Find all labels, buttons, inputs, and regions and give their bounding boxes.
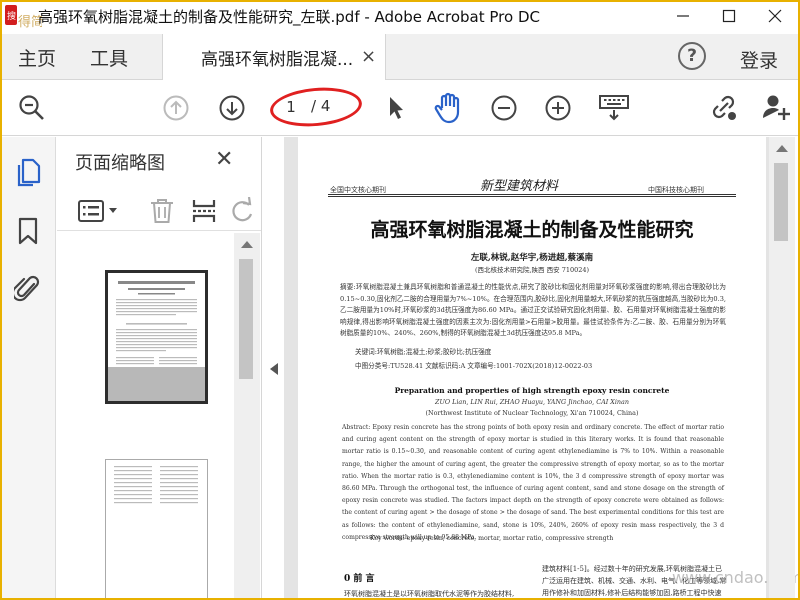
- select-cursor-icon: [390, 97, 403, 119]
- add-user-icon: [763, 95, 790, 120]
- tab-close-button[interactable]: ×: [361, 46, 376, 67]
- insert-pages-button[interactable]: [191, 197, 217, 225]
- trash-icon: [151, 199, 173, 223]
- zoom-plus-button[interactable]: [542, 92, 574, 124]
- thumbnail-page-1[interactable]: [105, 270, 208, 404]
- attachments-button[interactable]: [12, 273, 44, 305]
- document-scroll-thumb[interactable]: [774, 163, 788, 241]
- hand-tool-button[interactable]: [432, 92, 464, 124]
- collapse-arrow-icon: [270, 363, 278, 375]
- paper-authors: 左联,林锐,赵华宇,杨进超,蔡溪南: [470, 253, 594, 263]
- journal-header-center: 新型建筑材料: [480, 179, 559, 194]
- help-button[interactable]: ?: [678, 42, 706, 70]
- select-tool-button[interactable]: [380, 92, 412, 124]
- pdf-page: 全国中文核心期刊 新型建筑材料 中国科技核心期刊 高强环氧树脂混凝土的制备及性能…: [298, 137, 766, 600]
- hand-tool-icon: [434, 92, 460, 124]
- rotate-pages-button[interactable]: [231, 197, 253, 225]
- thumbnail-options-button[interactable]: [77, 197, 121, 225]
- insert-page-icon: [192, 200, 216, 222]
- minimize-icon: [677, 15, 689, 17]
- zoom-out-icon: [19, 95, 44, 120]
- zoom-minus-button[interactable]: [488, 92, 520, 124]
- document-scrollbar[interactable]: [769, 137, 795, 600]
- thumbnails-toolbar: [57, 189, 261, 231]
- keywords-english: Key words: epoxy resin, concrete, mortar…: [370, 535, 614, 542]
- keyboard-tool-button[interactable]: [598, 92, 630, 124]
- zoom-out-button[interactable]: [16, 92, 48, 124]
- delete-pages-button[interactable]: [149, 197, 175, 225]
- login-button[interactable]: 登录: [740, 46, 778, 73]
- thumbnails-close-button[interactable]: ✕: [215, 147, 233, 172]
- thumbnail-preview-graphic: [108, 273, 205, 401]
- document-view[interactable]: 全国中文核心期刊 新型建筑材料 中国科技核心期刊 高强环氧树脂混凝土的制备及性能…: [284, 137, 769, 600]
- page-total-label: / 4: [311, 97, 331, 115]
- panel-collapse-handle[interactable]: [262, 137, 284, 600]
- abstract-chinese: 摘要:环氧树脂混凝土兼具环氧树脂和普通混凝土的性能优点,研究了胶砂比和固化剂用量…: [340, 283, 726, 338]
- svg-text:搜: 搜: [7, 10, 16, 22]
- paperclip-icon: [14, 275, 40, 302]
- paper-affiliation-english: (Northwest Institute of Nuclear Technolo…: [425, 409, 639, 417]
- thumbnails-panel: 页面缩略图 ✕: [57, 137, 262, 600]
- next-page-icon: [219, 95, 245, 121]
- maximize-icon: [722, 9, 736, 23]
- thumbnail-preview-graphic: [114, 466, 198, 504]
- thumbnail-list: 1: [57, 233, 233, 600]
- title-bar: 搜 得简 高强环氧树脂混凝土的制备及性能研究_左联.pdf - Adobe Ac…: [0, 0, 800, 32]
- scroll-up-arrow-icon[interactable]: [776, 145, 788, 152]
- paper-affiliation: (西北核技术研究院,陕西 西安 710024): [474, 266, 590, 274]
- thumbnails-scroll-thumb[interactable]: [239, 259, 253, 379]
- navigation-rail: [0, 137, 56, 600]
- options-menu-icon: [78, 200, 117, 222]
- page-thumbnails-button[interactable]: [12, 157, 44, 189]
- rotate-icon: [232, 197, 253, 222]
- main-toolbar: / 4: [0, 80, 800, 136]
- maximize-button[interactable]: [706, 0, 752, 32]
- close-icon: [768, 9, 782, 23]
- paper-title-english: Preparation and properties of high stren…: [394, 386, 670, 395]
- add-user-button[interactable]: [760, 92, 792, 124]
- paper-title: 高强环氧树脂混凝土的制备及性能研究: [370, 219, 694, 241]
- bookmark-icon: [18, 217, 38, 245]
- window-title: 高强环氧树脂混凝土的制备及性能研究_左联.pdf - Adobe Acrobat…: [38, 8, 540, 26]
- close-window-button[interactable]: [752, 0, 798, 32]
- app-logo-icon: 搜 得简: [5, 5, 42, 30]
- classification-line: 中图分类号:TU528.41 文献标识码:A 文章编号:1001-702X(20…: [355, 362, 593, 370]
- minimize-button[interactable]: [660, 0, 706, 32]
- thumbnails-scrollbar[interactable]: [234, 233, 260, 600]
- header-rule: [328, 196, 736, 197]
- paper-authors-english: ZUO Lian, LIN Rui, ZHAO Huayu, YANG Jinc…: [435, 398, 629, 406]
- abstract-english: Abstract: Epoxy resin concrete has the s…: [342, 424, 724, 541]
- thumbnails-panel-title: 页面缩略图: [75, 153, 165, 174]
- keywords-chinese: 关键词:环氧树脂;混凝土;砂浆;胶砂比;抗压强度: [355, 348, 492, 356]
- share-link-button[interactable]: [708, 92, 740, 124]
- next-page-button[interactable]: [216, 92, 248, 124]
- keyboard-icon: [599, 95, 629, 121]
- body-text-left: 环氧树脂混凝土是以环氧树脂取代水泥等作为胶结材料,: [344, 590, 515, 598]
- prev-page-icon: [163, 95, 189, 121]
- tab-document-label: 高强环氧树脂混凝...: [201, 50, 354, 70]
- tab-bar: 主页 工具 高强环氧树脂混凝... × ? 登录: [0, 34, 800, 80]
- tab-tools[interactable]: 工具: [90, 44, 128, 71]
- prev-page-button[interactable]: [160, 92, 192, 124]
- page-number-input[interactable]: [275, 96, 307, 118]
- page-thumbnails-icon: [17, 158, 41, 187]
- zoom-plus-icon: [545, 95, 571, 121]
- scroll-up-arrow-icon[interactable]: [241, 241, 253, 248]
- tab-home[interactable]: 主页: [18, 44, 56, 71]
- share-link-icon: [712, 95, 736, 120]
- tab-document[interactable]: 高强环氧树脂混凝... ×: [162, 34, 386, 80]
- thumbnail-page-2[interactable]: [105, 459, 208, 600]
- bookmarks-button[interactable]: [12, 215, 44, 247]
- header-rule: [328, 194, 736, 195]
- zoom-minus-icon: [491, 95, 517, 121]
- section-heading: 0 前 言: [344, 574, 375, 584]
